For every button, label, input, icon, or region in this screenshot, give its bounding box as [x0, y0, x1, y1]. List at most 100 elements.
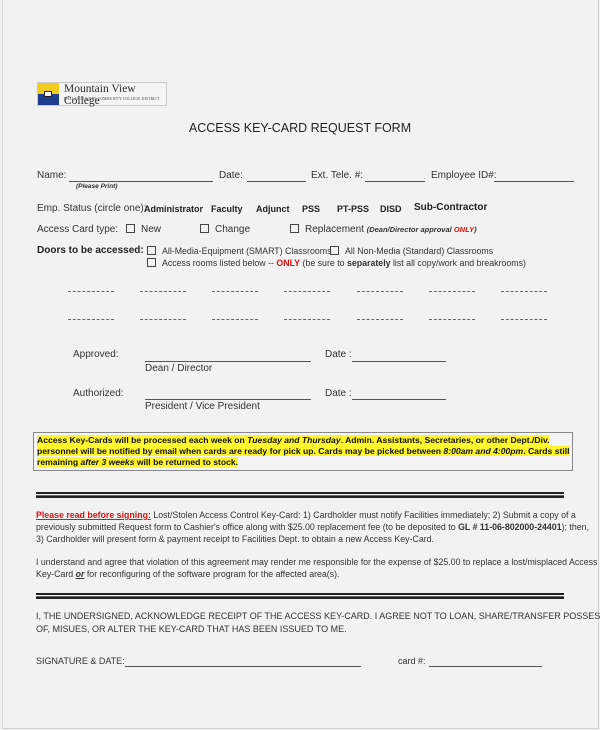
notice-text: will be returned to stock.: [134, 457, 239, 467]
notice-line-2: personnel will be notified by email when…: [37, 446, 570, 456]
door-option-smart[interactable]: All-Media-Equipment (SMART) Classrooms: [147, 246, 331, 256]
envelope-icon: [44, 91, 52, 97]
notice-hours: 8:00am and 4:00pm: [443, 446, 524, 456]
emp-status-option[interactable]: DISD: [380, 204, 402, 214]
card-type-change-label: Change: [215, 224, 251, 235]
college-name: Mountain View College: [64, 83, 136, 107]
agreement-text: Key-Card: [36, 569, 76, 579]
notice-line-3: remaining after 3 weeks will be returned…: [37, 457, 239, 467]
checkbox[interactable]: [147, 246, 156, 256]
door-option-listed-bold: separately: [347, 258, 391, 268]
room-blank[interactable]: [68, 291, 114, 292]
emp-status-label: Emp. Status (circle one):: [37, 203, 147, 214]
emp-status-option[interactable]: Adjunct: [256, 204, 290, 214]
replacement-note-prefix: (Dean/Director approval: [366, 225, 454, 234]
authorized-date-label: Date :: [325, 388, 352, 399]
employee-id-field[interactable]: [494, 181, 574, 182]
card-type-change[interactable]: Change: [200, 223, 251, 235]
signature-field[interactable]: [125, 666, 361, 667]
checkbox[interactable]: [330, 246, 339, 256]
room-blank[interactable]: [284, 319, 330, 320]
agreement-line-2: Key-Card or for reconfiguring of the sof…: [36, 569, 340, 579]
section-divider: [36, 492, 564, 498]
lost-card-line-3: 3) Cardholder will present form & paymen…: [36, 534, 434, 544]
doors-label: Doors to be accessed:: [37, 245, 144, 256]
card-number-field[interactable]: [429, 666, 542, 667]
agreement-text: for reconfiguring of the software progra…: [84, 569, 340, 579]
card-type-new-label: New: [141, 224, 162, 235]
checkbox[interactable]: [126, 223, 135, 233]
notice-weeks: after 3 weeks: [80, 457, 135, 467]
acknowledgement-line-1: I, THE UNDERSIGNED, ACKNOWLEDGE RECEIPT …: [36, 611, 600, 621]
card-type-label: Access Card type:: [37, 224, 119, 235]
approved-date-label: Date :: [325, 349, 352, 360]
notice-text: remaining: [37, 457, 81, 467]
door-option-listed-suffix: list all copy/work and breakrooms): [390, 258, 526, 268]
room-blank[interactable]: [212, 319, 258, 320]
card-type-new[interactable]: New: [126, 223, 162, 235]
approved-role: Dean / Director: [145, 363, 213, 374]
gl-account: GL # 11-06-802000-24401: [458, 522, 562, 532]
authorized-label: Authorized:: [73, 388, 124, 399]
replacement-note-emph: ONLY: [453, 225, 475, 234]
authorized-signature-field[interactable]: [145, 399, 311, 400]
door-option-smart-label: All-Media-Equipment (SMART) Classrooms: [162, 246, 332, 256]
signature-label: SIGNATURE & DATE:: [36, 656, 125, 666]
name-hint: (Please Print): [76, 183, 118, 190]
section-divider: [36, 593, 564, 599]
card-type-replacement-label: Replacement: [305, 224, 364, 235]
name-label: Name:: [37, 170, 67, 181]
room-blank[interactable]: [140, 291, 186, 292]
name-field[interactable]: [69, 181, 213, 182]
approved-signature-field[interactable]: [145, 361, 311, 362]
replacement-note-suffix: ): [474, 225, 477, 234]
lost-card-text: previously submitted Request form to Cas…: [36, 522, 459, 532]
emp-status-option[interactable]: Faculty: [211, 204, 243, 214]
door-option-listed[interactable]: Access rooms listed below -- ONLY (be su…: [147, 258, 526, 268]
authorized-role: President / Vice President: [145, 401, 260, 412]
lost-card-line-1: Please read before signing: Lost/Stolen …: [36, 510, 576, 520]
emp-status-option[interactable]: PSS: [302, 204, 320, 214]
approved-date-field[interactable]: [352, 361, 446, 362]
date-field[interactable]: [247, 181, 306, 182]
replacement-note: (Dean/Director approval ONLY): [367, 225, 477, 234]
room-blank[interactable]: [429, 319, 475, 320]
approved-label: Approved:: [73, 349, 119, 360]
door-option-listed-emph: ONLY: [276, 258, 301, 268]
room-blank[interactable]: [429, 291, 475, 292]
checkbox[interactable]: [290, 223, 299, 233]
notice-days: Tuesday and Thursday: [247, 435, 341, 445]
emp-status-option[interactable]: Administrator: [144, 204, 203, 214]
emp-status-option[interactable]: Sub-Contractor: [414, 202, 487, 213]
notice-text: . Cards still: [523, 446, 570, 456]
lost-card-line-2: previously submitted Request form to Cas…: [36, 522, 589, 532]
room-blank[interactable]: [212, 291, 258, 292]
checkbox[interactable]: [147, 258, 156, 268]
lost-card-text: ); then,: [561, 522, 589, 532]
ext-label: Ext. Tele. #:: [311, 170, 364, 181]
authorized-date-field[interactable]: [352, 399, 446, 400]
card-number-label: card #:: [398, 656, 426, 666]
room-blank[interactable]: [284, 291, 330, 292]
room-blank[interactable]: [68, 319, 114, 320]
door-option-listed-prefix: Access rooms listed below --: [162, 258, 277, 268]
door-option-nonmedia[interactable]: All Non-Media (Standard) Classrooms: [330, 246, 493, 256]
door-option-nonmedia-label: All Non-Media (Standard) Classrooms: [345, 246, 494, 256]
room-blank[interactable]: [140, 319, 186, 320]
processing-notice: Access Key-Cards will be processed each …: [33, 432, 573, 471]
card-type-replacement[interactable]: Replacement (Dean/Director approval ONLY…: [290, 223, 477, 235]
district-name: DALLAS COUNTY COMMUNITY COLLEGE DISTRICT: [64, 97, 160, 101]
date-label: Date:: [219, 170, 243, 181]
room-blank[interactable]: [357, 291, 403, 292]
room-blank[interactable]: [357, 319, 403, 320]
checkbox[interactable]: [200, 223, 209, 233]
room-blank[interactable]: [501, 291, 547, 292]
emp-status-option[interactable]: PT-PSS: [337, 204, 369, 214]
employee-id-label: Employee ID#:: [431, 170, 497, 181]
room-blank[interactable]: [501, 319, 547, 320]
ext-field[interactable]: [365, 181, 425, 182]
door-option-listed-mid: (be sure to: [300, 258, 347, 268]
college-logo: Mountain View College DALLAS COUNTY COMM…: [37, 82, 167, 107]
form-title: ACCESS KEY-CARD REQUEST FORM: [188, 121, 412, 135]
agreement-line-1: I understand and agree that violation of…: [36, 557, 598, 567]
